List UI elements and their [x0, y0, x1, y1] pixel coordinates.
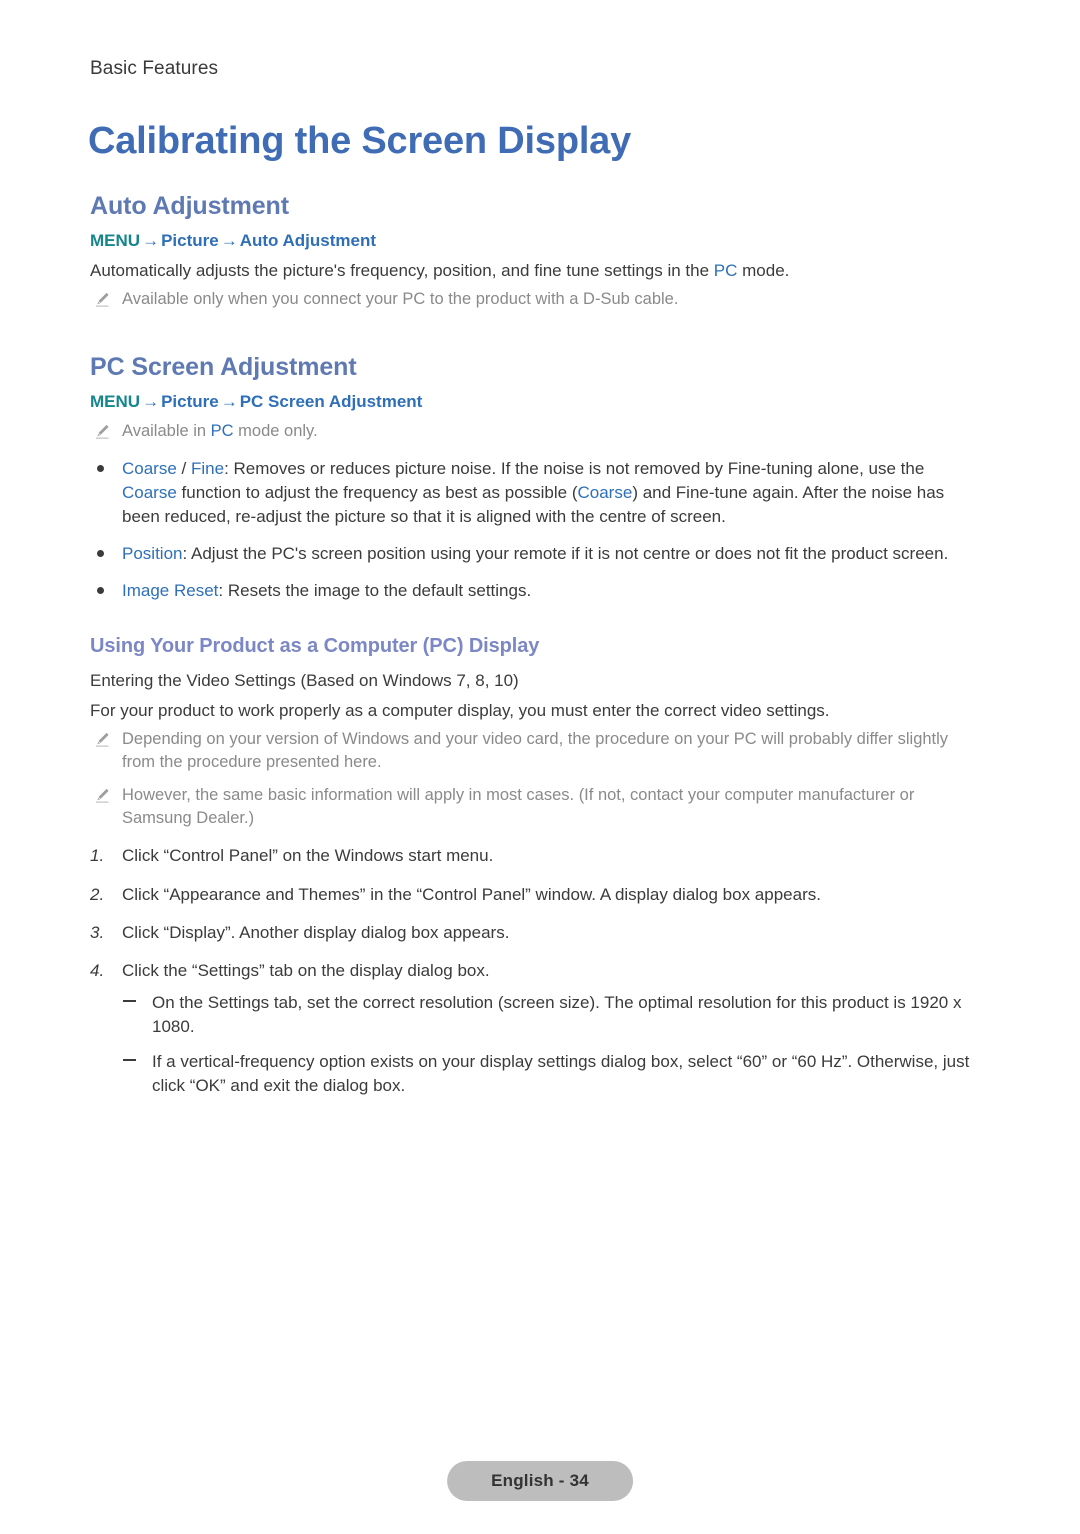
- bullet-text: : Adjust the PC's screen position using …: [182, 544, 949, 564]
- list-item-text: Image Reset: Resets the image to the def…: [122, 581, 531, 600]
- arrow-icon: →: [220, 392, 238, 412]
- note-highlight: PC: [210, 422, 234, 441]
- step-text: Click the “Settings” tab on the display …: [122, 960, 490, 980]
- list-item-text: Position: Adjust the PC's screen positio…: [122, 544, 948, 563]
- list-item: On the Settings tab, set the correct res…: [90, 991, 980, 1039]
- term-separator: /: [176, 458, 191, 478]
- page-number-badge: English - 34: [447, 1461, 633, 1501]
- bullet-icon: [97, 550, 104, 558]
- note-text: Depending on your version of Windows and…: [122, 729, 949, 772]
- bullet-icon: [97, 464, 104, 472]
- note-text: However, the same basic information will…: [122, 785, 915, 827]
- dash-sub-list: On the Settings tab, set the correct res…: [90, 991, 980, 1099]
- breadcrumb: Basic Features: [90, 58, 219, 79]
- dash-icon: [123, 1059, 136, 1062]
- step-number: 2.: [90, 884, 105, 904]
- pc-display-line-2: For your product to work properly as a c…: [90, 700, 830, 720]
- note-text: Available only when you connect your PC …: [122, 290, 679, 309]
- page-content: Auto Adjustment MENU → Picture → Auto Adjust…: [90, 192, 980, 1109]
- section-heading-pc-screen-adjustment: PC Screen Adjustment: [90, 353, 357, 382]
- list-item-text: Coarse / Fine: Removes or reduces pictur…: [122, 459, 944, 526]
- note-row: Depending on your version of Windows and…: [90, 728, 980, 775]
- list-item: 4. Click the “Settings” tab on the displ…: [90, 959, 980, 983]
- substep-text: On the Settings tab, set the correct res…: [152, 992, 962, 1037]
- pencil-icon: [94, 291, 111, 308]
- note-row: Available in PC mode only.: [90, 420, 980, 443]
- arrow-icon: →: [142, 392, 160, 412]
- menu-path-item-2: PC Screen Adjustment: [239, 392, 423, 412]
- pencil-icon: [94, 731, 111, 748]
- bullet-text-a: : Removes or reduces picture noise. If t…: [224, 458, 925, 478]
- list-item: Coarse / Fine: Removes or reduces pictur…: [90, 457, 980, 529]
- term-coarse: Coarse: [122, 458, 177, 478]
- list-item: If a vertical-frequency option exists on…: [90, 1050, 980, 1098]
- menu-path-item-1: Picture: [161, 392, 219, 412]
- description-text-pre: Automatically adjusts the picture's freq…: [90, 260, 714, 280]
- menu-path-root: MENU: [90, 392, 141, 412]
- numbered-step-list: 1. Click “Control Panel” on the Windows …: [90, 844, 980, 1098]
- list-item: 2. Click “Appearance and Themes” in the …: [90, 883, 980, 907]
- note-row: However, the same basic information will…: [90, 784, 980, 831]
- step-number: 4.: [90, 960, 105, 980]
- section-heading-auto-adjustment: Auto Adjustment: [90, 192, 289, 220]
- step-text: Click “Display”. Another display dialog …: [122, 922, 510, 942]
- pencil-icon: [94, 423, 111, 440]
- menu-path-item-1: Picture: [161, 231, 219, 250]
- term-coarse-inline-2: Coarse: [577, 482, 633, 502]
- list-item: 3. Click “Display”. Another display dial…: [90, 921, 980, 945]
- step-text: Click “Control Panel” on the Windows sta…: [122, 846, 494, 866]
- section-heading-pc-display: Using Your Product as a Computer (PC) Di…: [90, 635, 540, 658]
- bullet-text-b: function to adjust the frequency as best…: [176, 482, 578, 502]
- list-item: 1. Click “Control Panel” on the Windows …: [90, 844, 980, 868]
- bullet-list: Coarse / Fine: Removes or reduces pictur…: [90, 457, 980, 604]
- pc-display-line-1: Entering the Video Settings (Based on Wi…: [90, 671, 519, 691]
- menu-path-root: MENU: [90, 231, 141, 250]
- substep-text: If a vertical-frequency option exists on…: [152, 1052, 970, 1096]
- menu-path-pc-screen-adjustment: MENU → Picture → PC Screen Adjustment: [90, 391, 980, 414]
- menu-path-item-2: Auto Adjustment: [239, 231, 377, 250]
- bullet-icon: [97, 587, 104, 595]
- note-text-pre: Available in: [122, 422, 211, 441]
- bullet-text: : Resets the image to the default settin…: [218, 581, 532, 601]
- description-highlight: PC: [713, 260, 738, 280]
- note-text: Available in PC mode only.: [122, 422, 318, 440]
- note-row: Available only when you connect your PC …: [90, 288, 980, 311]
- menu-path-auto-adjustment: MENU → Picture → Auto Adjustment: [90, 230, 980, 253]
- step-number: 1.: [90, 846, 105, 866]
- list-item: Image Reset: Resets the image to the def…: [90, 579, 980, 603]
- term-position: Position: [122, 544, 183, 564]
- auto-adjustment-description: Automatically adjusts the picture's freq…: [90, 259, 980, 283]
- document-page: Basic Features Calibrating the Screen Di…: [0, 0, 1080, 1534]
- note-text-post: mode only.: [233, 422, 318, 441]
- term-coarse-inline-1: Coarse: [122, 482, 177, 502]
- page-title: Calibrating the Screen Display: [88, 120, 632, 162]
- pencil-icon: [94, 787, 111, 804]
- term-image-reset: Image Reset: [122, 581, 219, 601]
- arrow-icon: →: [142, 231, 160, 250]
- arrow-icon: →: [220, 231, 238, 250]
- term-fine: Fine: [190, 458, 225, 478]
- step-text: Click “Appearance and Themes” in the “Co…: [122, 884, 821, 904]
- list-item: Position: Adjust the PC's screen positio…: [90, 542, 980, 566]
- dash-icon: [123, 999, 136, 1002]
- step-number: 3.: [90, 922, 105, 942]
- description-text-post: mode.: [737, 260, 790, 280]
